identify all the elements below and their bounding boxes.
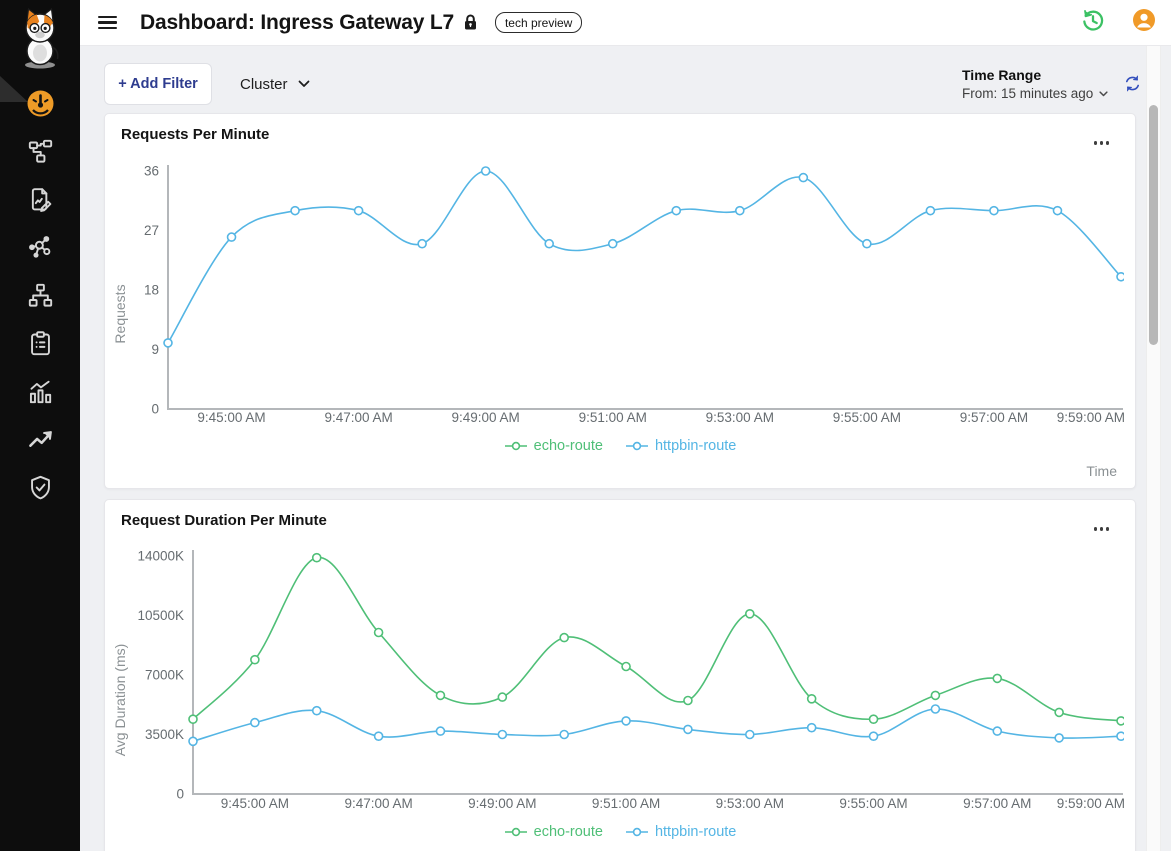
svg-text:Requests: Requests: [112, 284, 128, 343]
time-range-label: Time Range: [962, 67, 1108, 83]
legend-line-marker-icon: [504, 440, 528, 452]
svg-text:9:49:00 AM: 9:49:00 AM: [468, 796, 536, 811]
svg-text:10500K: 10500K: [137, 608, 184, 623]
requests-line-chart: 0 9 18 27 36 9:45:00 AM 9:47:00 AM 9:49:00 AM 9:…: [105, 114, 1137, 490]
sidebar-item-document-edit[interactable]: [27, 186, 54, 213]
bar-chart-icon: [27, 378, 54, 405]
chart-legend: echo-route httpbin-route: [105, 824, 1135, 840]
legend-item-echo-route[interactable]: echo-route: [504, 824, 603, 840]
svg-text:9:51:00 AM: 9:51:00 AM: [592, 796, 660, 811]
svg-text:Time: Time: [1086, 463, 1117, 479]
time-range-control: Time Range From: 15 minutes ago: [962, 67, 1108, 101]
menu-icon[interactable]: [98, 12, 117, 33]
svg-text:9:47:00 AM: 9:47:00 AM: [344, 796, 412, 811]
svg-text:0: 0: [151, 402, 159, 417]
refresh-icon[interactable]: [1123, 74, 1142, 98]
legend-line-marker-icon: [625, 826, 649, 838]
user-avatar[interactable]: [1132, 8, 1156, 37]
time-range-value-dropdown[interactable]: From: 15 minutes ago: [962, 86, 1108, 101]
sidebar-item-clipboard[interactable]: [27, 330, 54, 357]
clipboard-icon: [27, 330, 54, 357]
gauge-icon: [27, 90, 54, 117]
cluster-dropdown[interactable]: Cluster: [240, 63, 310, 105]
svg-text:9:55:00 AM: 9:55:00 AM: [839, 796, 907, 811]
legend-item-httpbin-route[interactable]: httpbin-route: [625, 438, 736, 454]
svg-text:18: 18: [144, 283, 159, 298]
app-root: Dashboard: Ingress Gateway L7 tech previ…: [0, 0, 1171, 851]
top-header: Dashboard: Ingress Gateway L7 tech previ…: [80, 0, 1171, 46]
sidebar: [0, 0, 80, 851]
sidebar-item-share-graph[interactable]: [27, 234, 54, 261]
legend-line-marker-icon: [504, 826, 528, 838]
add-filter-button[interactable]: + Add Filter: [104, 63, 212, 105]
share-graph-icon: [27, 234, 54, 261]
legend-item-httpbin-route[interactable]: httpbin-route: [625, 824, 736, 840]
shield-check-icon: [27, 474, 54, 501]
kuma-cat-logo[interactable]: [15, 6, 65, 70]
chart-legend: echo-route httpbin-route: [105, 438, 1135, 454]
legend-item-echo-route[interactable]: echo-route: [504, 438, 603, 454]
svg-text:0: 0: [176, 787, 184, 802]
svg-text:27: 27: [144, 223, 159, 238]
sidebar-item-trend-up[interactable]: [27, 426, 54, 453]
svg-text:3500K: 3500K: [145, 727, 184, 742]
panel-requests-per-minute: Requests Per Minute 091827369:45:00 AM9:…: [104, 113, 1136, 489]
svg-text:9:53:00 AM: 9:53:00 AM: [706, 410, 774, 425]
sidebar-item-sitemap[interactable]: [27, 282, 54, 309]
page-title: Dashboard: Ingress Gateway L7: [140, 11, 454, 35]
svg-text:Avg Duration (ms): Avg Duration (ms): [112, 644, 128, 757]
header-actions: [1080, 7, 1156, 38]
svg-text:9:57:00 AM: 9:57:00 AM: [960, 410, 1028, 425]
sidebar-nav: [0, 90, 80, 501]
svg-text:9:45:00 AM: 9:45:00 AM: [221, 796, 289, 811]
tech-preview-badge: tech preview: [495, 12, 582, 33]
sidebar-item-dashboards-active[interactable]: [27, 90, 54, 117]
svg-text:9:47:00 AM: 9:47:00 AM: [324, 410, 392, 425]
cluster-label: Cluster: [240, 76, 288, 93]
svg-text:9:49:00 AM: 9:49:00 AM: [452, 410, 520, 425]
svg-text:36: 36: [144, 164, 159, 179]
svg-text:9:57:00 AM: 9:57:00 AM: [963, 796, 1031, 811]
time-range-value: From: 15 minutes ago: [962, 86, 1093, 101]
svg-text:14000K: 14000K: [137, 549, 184, 564]
chevron-down-icon: [298, 80, 310, 88]
svg-text:9:51:00 AM: 9:51:00 AM: [579, 410, 647, 425]
svg-text:9:59:00 AM: 9:59:00 AM: [1057, 410, 1125, 425]
svg-text:7000K: 7000K: [145, 668, 184, 683]
svg-text:9:59:00 AM: 9:59:00 AM: [1057, 796, 1125, 811]
scrollbar-thumb[interactable]: [1149, 105, 1158, 345]
sitemap-icon: [27, 282, 54, 309]
chevron-down-icon: [1099, 91, 1108, 97]
svg-text:9: 9: [151, 342, 159, 357]
history-icon[interactable]: [1080, 7, 1106, 38]
sidebar-item-shield-check[interactable]: [27, 474, 54, 501]
sidebar-item-topology[interactable]: [27, 138, 54, 165]
duration-line-chart: 0 3500K 7000K 10500K 14000K 9:45:00 AM 9:47:00…: [105, 500, 1137, 851]
topology-icon: [27, 138, 54, 165]
panel-request-duration-per-minute: Request Duration Per Minute 03500K7000K1…: [104, 499, 1136, 851]
svg-text:9:53:00 AM: 9:53:00 AM: [716, 796, 784, 811]
svg-text:9:55:00 AM: 9:55:00 AM: [833, 410, 901, 425]
sidebar-item-bar-chart[interactable]: [27, 378, 54, 405]
legend-line-marker-icon: [625, 440, 649, 452]
trend-up-icon: [27, 426, 54, 453]
svg-text:9:45:00 AM: 9:45:00 AM: [197, 410, 265, 425]
document-edit-icon: [27, 186, 54, 213]
lock-icon: [463, 14, 478, 31]
